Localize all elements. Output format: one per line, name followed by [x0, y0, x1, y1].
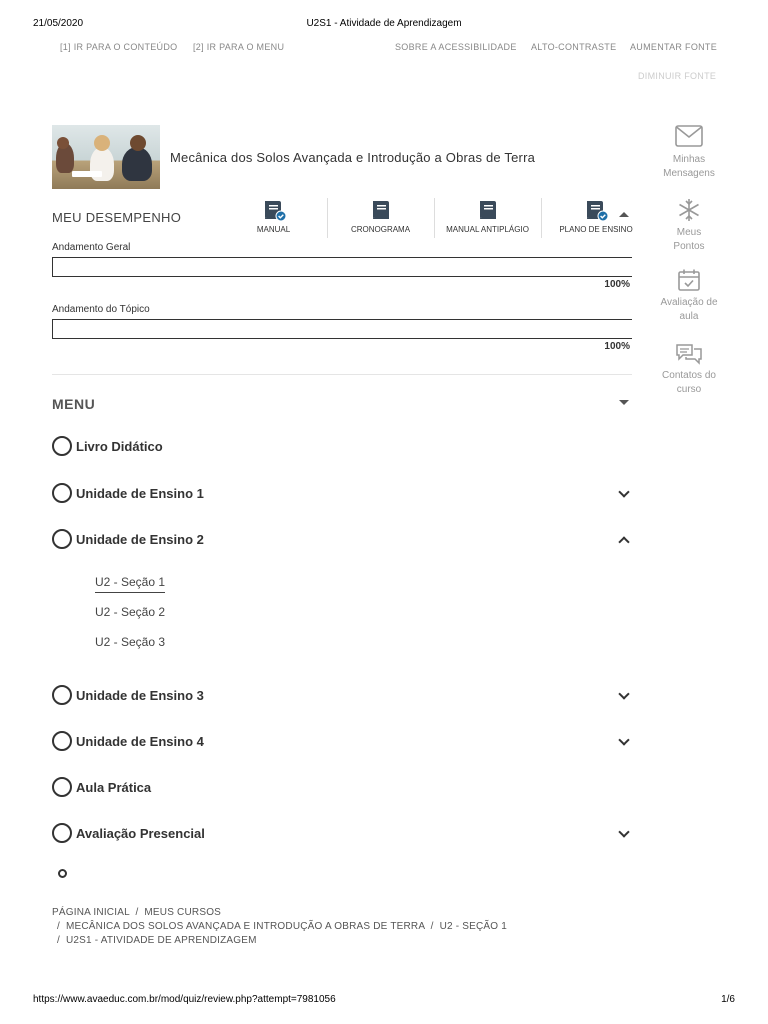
- menu-item-unidade-2[interactable]: Unidade de Ensino 2: [52, 528, 632, 550]
- menu-item-label: Unidade de Ensino 1: [76, 485, 204, 501]
- breadcrumb-activity[interactable]: U2S1 - ATIVIDADE DE APRENDIZAGEM: [66, 935, 257, 946]
- about-accessibility-link[interactable]: SOBRE A ACESSIBILIDADE: [395, 42, 517, 52]
- messages-label-2: Mensagens: [663, 168, 715, 179]
- manual-button[interactable]: MANUAL: [220, 198, 327, 238]
- breadcrumb-line-1: PÁGINA INICIAL / MEUS CURSOS: [52, 907, 221, 918]
- book-check-icon: [587, 201, 609, 222]
- status-circle-icon: [52, 483, 72, 503]
- evaluation-label-2: aula: [679, 311, 699, 322]
- menu-item-aula-pratica[interactable]: Aula Prática: [52, 776, 632, 798]
- print-page-number: 1/6: [721, 994, 735, 1005]
- chevron-up-icon[interactable]: [618, 536, 630, 548]
- increase-font-link[interactable]: AUMENTAR FONTE: [630, 42, 717, 52]
- breadcrumb-separator: /: [135, 907, 139, 918]
- chat-bubbles-icon: [676, 344, 702, 365]
- breadcrumb-separator: /: [430, 921, 434, 932]
- course-image: [52, 125, 160, 189]
- teaching-plan-button[interactable]: PLANO DE ENSINO: [541, 198, 651, 238]
- performance-title: MEU DESEMPENHO: [52, 210, 182, 225]
- breadcrumb-line-3: / U2S1 - ATIVIDADE DE APRENDIZAGEM: [57, 935, 257, 946]
- topic-progress-label: Andamento do Tópico: [52, 304, 150, 315]
- menu-item-label: Livro Didático: [76, 438, 163, 454]
- decrease-font-link[interactable]: DIMINUIR FONTE: [638, 71, 716, 81]
- status-circle-icon: [52, 731, 72, 751]
- skip-to-menu-link[interactable]: [2] IR PARA O MENU: [193, 42, 284, 52]
- collapse-performance-icon[interactable]: [619, 212, 629, 217]
- chevron-down-icon[interactable]: [618, 486, 630, 498]
- contacts-label-1: Contatos do: [662, 370, 716, 381]
- status-circle-icon: [52, 436, 72, 456]
- menu-item-livro-didatico[interactable]: Livro Didático: [52, 435, 632, 457]
- submenu-item-u2-secao-3[interactable]: U2 - Seção 3: [95, 635, 165, 649]
- sidebar-evaluation[interactable]: Avaliação de aula: [648, 268, 730, 324]
- high-contrast-link[interactable]: ALTO-CONTRASTE: [531, 42, 616, 52]
- anti-plagiarism-label: MANUAL ANTIPLÁGIO: [446, 225, 529, 234]
- submenu-item-u2-secao-2[interactable]: U2 - Seção 2: [95, 605, 165, 619]
- menu-item-unidade-4[interactable]: Unidade de Ensino 4: [52, 730, 632, 752]
- menu-item-label: Unidade de Ensino 2: [76, 531, 204, 547]
- skip-to-content-link[interactable]: [1] IR PARA O CONTEÚDO: [60, 42, 177, 52]
- teaching-plan-label: PLANO DE ENSINO: [559, 225, 633, 234]
- breadcrumb-home[interactable]: PÁGINA INICIAL: [52, 907, 129, 918]
- breadcrumb-line-2: / MECÂNICA DOS SOLOS AVANÇADA E INTRODUÇ…: [57, 921, 507, 932]
- topic-progress-bar: [52, 319, 632, 339]
- breadcrumb-separator: /: [57, 921, 60, 932]
- points-label-1: Meus: [676, 227, 702, 238]
- menu-item-label: Avaliação Presencial: [76, 825, 205, 841]
- sidebar-messages[interactable]: Minhas Mensagens: [648, 125, 730, 181]
- course-header: Mecânica dos Solos Avançada e Introdução…: [52, 125, 535, 189]
- status-circle-icon: [52, 823, 72, 843]
- messages-label-1: Minhas: [672, 154, 706, 165]
- menu-item-label: Aula Prática: [76, 779, 152, 795]
- chevron-down-icon[interactable]: [618, 734, 630, 746]
- topic-progress-fill: [53, 320, 632, 338]
- status-circle-icon: [52, 777, 72, 797]
- general-progress-fill: [53, 258, 632, 276]
- menu-item-unidade-3[interactable]: Unidade de Ensino 3: [52, 684, 632, 706]
- chevron-down-icon[interactable]: [618, 688, 630, 700]
- course-title: Mecânica dos Solos Avançada e Introdução…: [170, 149, 536, 165]
- contacts-label-2: curso: [676, 384, 702, 395]
- breadcrumb-separator: /: [57, 935, 60, 946]
- points-label-2: Pontos: [673, 241, 705, 252]
- evaluation-label-1: Avaliação de: [660, 297, 718, 308]
- print-url: https://www.avaeduc.com.br/mod/quiz/revi…: [33, 994, 336, 1005]
- menu-collapse-icon[interactable]: [619, 400, 629, 405]
- print-title: U2S1 - Atividade de Aprendizagem: [306, 18, 462, 29]
- submenu-item-u2-secao-1[interactable]: U2 - Seção 1: [95, 575, 166, 593]
- breadcrumb-course[interactable]: MECÂNICA DOS SOLOS AVANÇADA E INTRODUÇÃO…: [66, 921, 425, 932]
- topic-progress-percent: 100%: [604, 341, 630, 352]
- snowflake-icon: [679, 199, 699, 221]
- sidebar-points[interactable]: Meus Pontos: [648, 198, 730, 254]
- menu-item-label: Unidade de Ensino 3: [76, 687, 204, 703]
- schedule-label: CRONOGRAMA: [350, 225, 411, 234]
- book-check-icon: [264, 201, 286, 222]
- envelope-icon: [675, 125, 703, 147]
- menu-item-avaliacao-presencial[interactable]: Avaliação Presencial: [52, 822, 632, 844]
- status-circle-icon: [52, 529, 72, 549]
- breadcrumb-section[interactable]: U2 - SEÇÃO 1: [440, 921, 507, 932]
- sidebar-contacts[interactable]: Contatos do curso: [648, 343, 730, 397]
- general-progress-bar: [52, 257, 632, 277]
- calendar-check-icon: [678, 269, 700, 291]
- menu-item-unidade-1[interactable]: Unidade de Ensino 1: [52, 482, 632, 504]
- schedule-button[interactable]: CRONOGRAMA: [327, 198, 434, 238]
- menu-item-label: Unidade de Ensino 4: [76, 733, 204, 749]
- status-circle-icon: [52, 685, 72, 705]
- book-icon: [479, 201, 496, 219]
- manual-label: MANUAL: [256, 225, 291, 234]
- chevron-down-icon[interactable]: [618, 826, 630, 838]
- general-progress-percent: 100%: [604, 279, 630, 290]
- anti-plagiarism-manual-button[interactable]: MANUAL ANTIPLÁGIO: [434, 198, 541, 238]
- breadcrumb-my-courses[interactable]: MEUS CURSOS: [144, 907, 221, 918]
- small-circle-icon: [58, 869, 67, 878]
- general-progress-label: Andamento Geral: [52, 242, 131, 253]
- book-icon: [372, 201, 389, 219]
- divider: [52, 374, 632, 375]
- menu-title: MENU: [52, 396, 96, 412]
